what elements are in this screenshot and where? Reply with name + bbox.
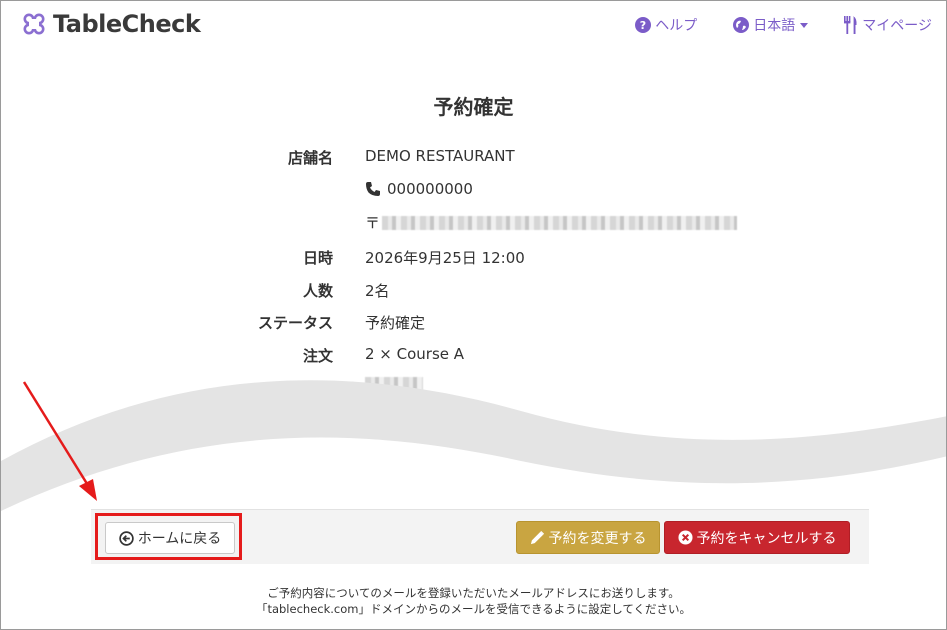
store-row: 店舗名 DEMO RESTAURANT <box>1 147 946 169</box>
phone-icon <box>366 182 380 196</box>
order-row: 注文 2 × Course A <box>1 345 946 367</box>
header-nav: ? ヘルプ 日本語 マイページ <box>599 15 932 35</box>
order-value: 2 × Course A <box>365 345 465 363</box>
utensils-icon <box>844 16 857 34</box>
language-dropdown[interactable]: 日本語 <box>733 15 809 35</box>
notice-line-1: ご予約内容についてのメールを登録いただいたメールアドレスにお送りします。 <box>267 586 680 600</box>
phone-number: 000000000 <box>387 180 473 198</box>
logo-text: TableCheck <box>53 10 201 38</box>
change-reservation-button[interactable]: 予約を変更する <box>516 521 660 554</box>
logo-mark-icon <box>23 13 45 35</box>
cancel-reservation-button[interactable]: 予約をキャンセルする <box>664 521 850 554</box>
datetime-value: 2026年9月25日 12:00 <box>365 249 525 267</box>
mypage-link[interactable]: マイページ <box>844 15 932 35</box>
address-row: 〒 <box>1 212 946 234</box>
times-circle-icon <box>677 530 693 545</box>
help-link[interactable]: ? ヘルプ <box>635 15 697 35</box>
language-label: 日本語 <box>753 18 796 34</box>
top-header: TableCheck ? ヘルプ 日本語 マイページ <box>1 1 946 51</box>
email-notice: ご予約内容についてのメールを登録いただいたメールアドレスにお送りします。 「ta… <box>1 585 946 617</box>
page-frame: TableCheck ? ヘルプ 日本語 マイページ 予約確定 店舗名 DEMO… <box>0 0 947 630</box>
cancel-button-label: 予約をキャンセルする <box>696 530 837 547</box>
people-value: 2名 <box>365 282 390 300</box>
question-circle-icon: ? <box>635 17 652 33</box>
address-value: 〒 <box>365 212 738 233</box>
chevron-down-icon <box>800 22 809 28</box>
store-name: DEMO RESTAURANT <box>365 147 515 165</box>
redacted-address <box>382 215 738 230</box>
annotation-highlight-box <box>95 513 242 560</box>
globe-icon <box>733 17 750 33</box>
phone-row: 000000000 <box>1 180 946 202</box>
people-label: 人数 <box>302 282 333 300</box>
datetime-row: 日時 2026年9月25日 12:00 <box>1 247 946 269</box>
people-row: 人数 2名 <box>1 280 946 302</box>
pencil-icon <box>530 530 544 545</box>
status-label: ステータス <box>257 314 333 332</box>
order-label: 注文 <box>302 347 333 365</box>
help-label: ヘルプ <box>655 18 698 34</box>
tablecheck-logo[interactable]: TableCheck <box>23 10 201 38</box>
phone-value: 000000000 <box>365 180 473 198</box>
notice-line-2: 「tablecheck.com」ドメインからのメールを受信できるように設定してく… <box>255 602 692 616</box>
status-row: ステータス 予約確定 <box>1 312 946 334</box>
postal-mark: 〒 <box>365 214 381 232</box>
mypage-label: マイページ <box>862 18 932 34</box>
svg-text:?: ? <box>640 19 646 32</box>
change-button-label: 予約を変更する <box>548 530 647 547</box>
status-value: 予約確定 <box>365 314 426 332</box>
page-title: 予約確定 <box>433 95 514 119</box>
store-label: 店舗名 <box>287 149 333 167</box>
datetime-label: 日時 <box>302 249 333 267</box>
decorative-wave <box>1 380 946 511</box>
